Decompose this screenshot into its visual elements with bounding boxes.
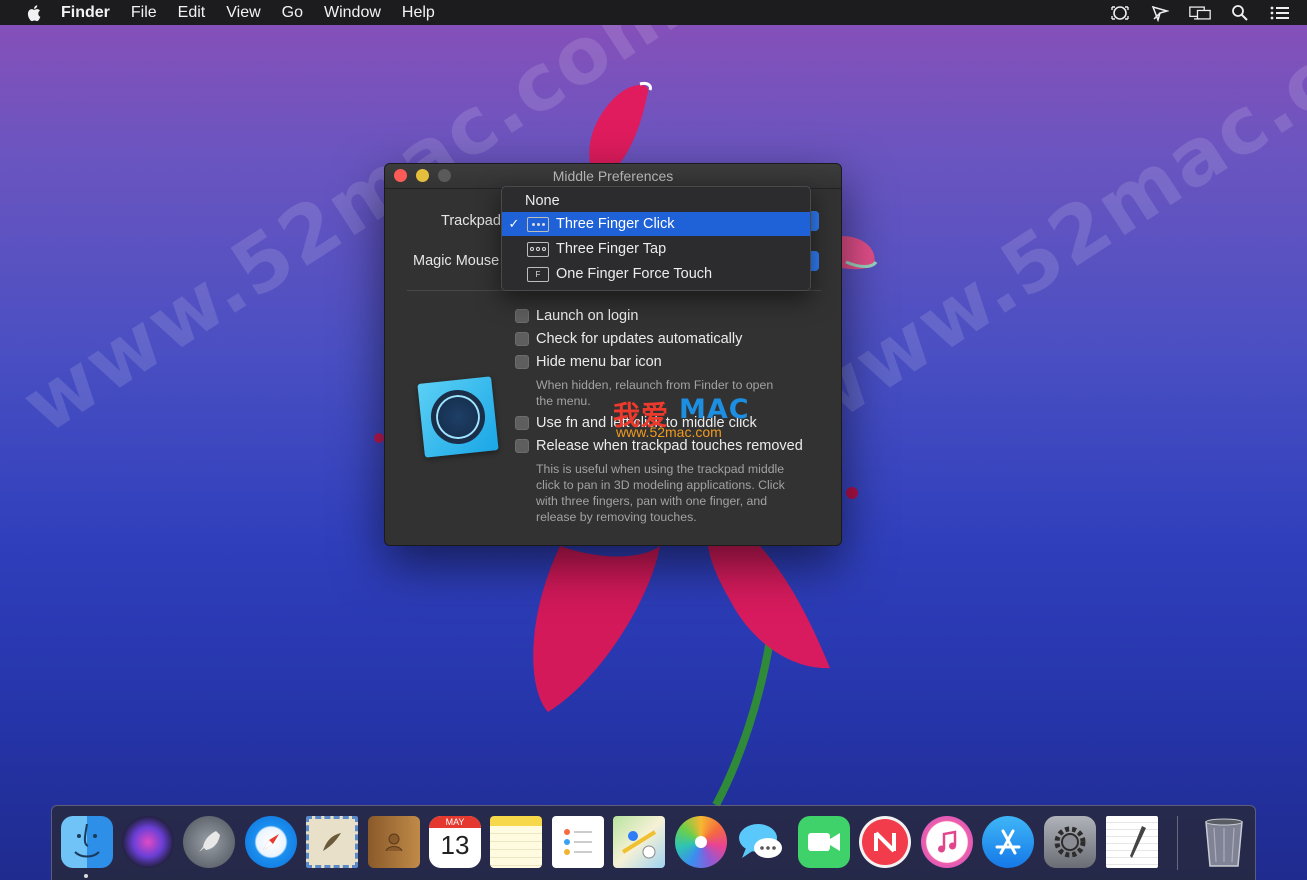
menu-go[interactable]: Go [282, 4, 303, 22]
checkmark-icon: ✓ [508, 216, 520, 231]
menu-item-force-touch[interactable]: F One Finger Force Touch [502, 262, 810, 286]
checkbox-label: Check for updates automatically [536, 331, 743, 347]
menu-item-label: One Finger Force Touch [556, 266, 713, 282]
middle-cursor-icon[interactable] [1149, 3, 1171, 23]
spotlight-search-icon[interactable] [1229, 3, 1251, 23]
menu-item-label: Three Finger Tap [556, 241, 667, 257]
menu-item-label: None [525, 193, 560, 209]
menu-edit[interactable]: Edit [178, 4, 206, 22]
finder-running-indicator [84, 874, 88, 878]
overlay-watermark-mac: MAC [679, 394, 750, 425]
apple-menu-icon[interactable] [24, 3, 42, 23]
release-touches-hint: This is useful when using the trackpad m… [536, 461, 826, 525]
checkbox-box[interactable] [515, 355, 529, 369]
hide-menu-bar-icon-checkbox[interactable]: Hide menu bar icon [515, 354, 662, 370]
calendar-icon[interactable]: MAY 13 [429, 816, 481, 868]
trackpad-label: Trackpad [441, 213, 501, 229]
textedit-icon[interactable] [1106, 816, 1158, 868]
three-finger-click-icon [527, 216, 549, 232]
menu-file[interactable]: File [131, 4, 157, 22]
maps-icon[interactable] [613, 816, 665, 868]
notification-center-icon[interactable] [1269, 3, 1291, 23]
checkbox-label: Hide menu bar icon [536, 354, 662, 370]
messages-icon[interactable] [736, 816, 788, 868]
itunes-icon[interactable] [921, 816, 973, 868]
dock: MAY 13 [51, 805, 1256, 880]
dock-separator [1177, 816, 1178, 870]
airplay-display-icon[interactable] [1189, 3, 1211, 23]
hint-line: This is useful when using the trackpad m… [536, 462, 785, 476]
menu-item-label: Three Finger Click [556, 216, 675, 232]
menu-help[interactable]: Help [402, 4, 435, 22]
facetime-icon[interactable] [798, 816, 850, 868]
three-finger-tap-icon [527, 241, 549, 257]
trackpad-popup-button[interactable] [811, 211, 819, 231]
hint-line: with three fingers, pan with one finger,… [536, 494, 768, 508]
magic-mouse-popup-button[interactable] [811, 251, 819, 271]
window-title: Middle Preferences [552, 168, 674, 184]
menu-window[interactable]: Window [324, 4, 381, 22]
contacts-icon[interactable] [368, 816, 420, 868]
photos-icon[interactable] [675, 816, 727, 868]
zoom-window-button[interactable] [438, 169, 451, 182]
notes-icon[interactable] [490, 816, 542, 868]
desktop-watermark-right: www.52mac.com [777, 0, 1307, 452]
overlay-watermark-url: www.52mac.com [616, 424, 722, 440]
safari-icon[interactable] [245, 816, 297, 868]
calendar-month: MAY [429, 816, 481, 828]
finder-icon[interactable] [61, 816, 113, 868]
release-touches-checkbox[interactable]: Release when trackpad touches removed [515, 438, 803, 454]
menu-app-name[interactable]: Finder [61, 4, 110, 22]
launchpad-icon[interactable] [183, 816, 235, 868]
system-preferences-icon[interactable] [1044, 816, 1096, 868]
checkbox-label: Release when trackpad touches removed [536, 438, 803, 454]
checkbox-box[interactable] [515, 309, 529, 323]
reminders-icon[interactable] [552, 816, 604, 868]
menu-view[interactable]: View [226, 4, 260, 22]
check-updates-checkbox[interactable]: Check for updates automatically [515, 331, 742, 347]
screen-capture-icon[interactable] [1109, 3, 1131, 23]
minimize-window-button[interactable] [416, 169, 429, 182]
news-icon[interactable] [859, 816, 911, 868]
calendar-day: 13 [440, 830, 470, 860]
middle-app-logo [417, 376, 499, 458]
trash-icon[interactable] [1198, 816, 1250, 868]
menu-item-none[interactable]: None [502, 189, 810, 213]
force-touch-icon: F [527, 266, 549, 282]
hint-line: release by removing touches. [536, 510, 697, 524]
menu-item-three-finger-click[interactable]: ✓ Three Finger Click [502, 212, 810, 236]
launch-on-login-checkbox[interactable]: Launch on login [515, 308, 638, 324]
checkbox-box[interactable] [515, 439, 529, 453]
app-store-icon[interactable] [982, 816, 1034, 868]
checkbox-label: Launch on login [536, 308, 639, 324]
menu-item-three-finger-tap[interactable]: Three Finger Tap [502, 237, 810, 261]
close-window-button[interactable] [394, 169, 407, 182]
hint-line: When hidden, relaunch from Finder to ope… [536, 378, 774, 392]
siri-icon[interactable] [122, 816, 174, 868]
hint-line: click to pan in 3D modeling applications… [536, 478, 785, 492]
trackpad-action-menu: None ✓ Three Finger Click Three Finger T… [501, 186, 811, 291]
checkbox-box[interactable] [515, 332, 529, 346]
checkbox-box[interactable] [515, 416, 529, 430]
magic-mouse-label: Magic Mouse [413, 253, 500, 269]
menu-bar: Finder File Edit View Go Window Help [0, 0, 1307, 25]
mail-icon[interactable] [306, 816, 358, 868]
